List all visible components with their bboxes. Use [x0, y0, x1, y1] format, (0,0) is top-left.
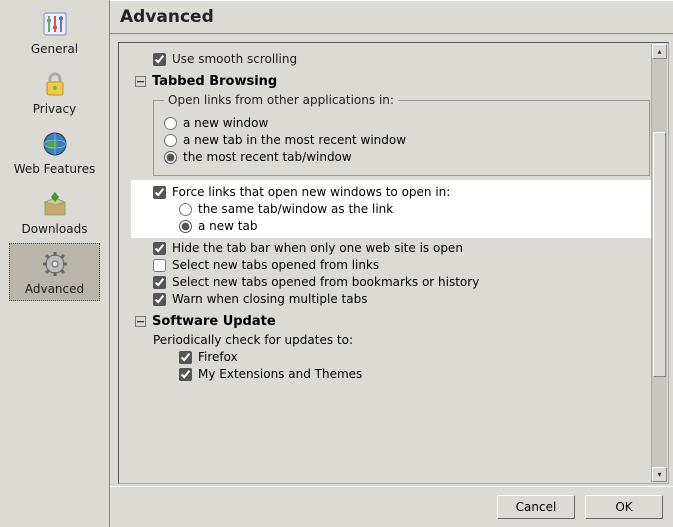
force-links-label: Force links that open new windows to ope… [172, 185, 450, 199]
cancel-button[interactable]: Cancel [497, 495, 575, 519]
smooth-scrolling-checkbox[interactable] [153, 53, 166, 66]
update-subhead: Periodically check for updates to: [153, 333, 353, 347]
open-most-recent-radio[interactable] [164, 151, 177, 164]
warn-closing-label: Warn when closing multiple tabs [172, 292, 367, 306]
select-bookmarks-label: Select new tabs opened from bookmarks or… [172, 275, 479, 289]
hide-tab-bar-label: Hide the tab bar when only one web site … [172, 241, 463, 255]
download-box-icon [39, 188, 71, 220]
section-title: Software Update [152, 314, 276, 329]
scroll-track[interactable] [652, 59, 667, 467]
sidebar-label: Downloads [22, 222, 88, 236]
open-links-group: Open links from other applications in: a… [153, 93, 650, 176]
hide-tab-bar-checkbox[interactable] [153, 242, 166, 255]
open-new-window-label: a new window [183, 116, 268, 130]
force-new-tab-label: a new tab [198, 219, 257, 233]
dialog-footer: Cancel OK [110, 486, 673, 527]
page-title: Advanced [110, 0, 673, 34]
force-same-tab-label: the same tab/window as the link [198, 202, 393, 216]
open-new-window-radio[interactable] [164, 117, 177, 130]
open-new-tab-recent-radio[interactable] [164, 134, 177, 147]
update-extensions-checkbox[interactable] [179, 368, 192, 381]
section-software-update[interactable]: − Software Update [135, 314, 654, 329]
collapse-icon[interactable]: − [135, 76, 146, 87]
gear-icon [39, 248, 71, 280]
globe-icon [39, 128, 71, 160]
warn-closing-checkbox[interactable] [153, 293, 166, 306]
open-most-recent-label: the most recent tab/window [183, 150, 352, 164]
vertical-scrollbar[interactable]: ▴ ▾ [651, 44, 667, 482]
select-bookmarks-checkbox[interactable] [153, 276, 166, 289]
ok-button[interactable]: OK [585, 495, 663, 519]
sidebar-label: Privacy [33, 102, 76, 116]
update-firefox-checkbox[interactable] [179, 351, 192, 364]
scroll-thumb[interactable] [653, 132, 666, 377]
force-new-tab-radio[interactable] [179, 220, 192, 233]
sidebar-label: Advanced [25, 282, 84, 296]
sliders-icon [39, 8, 71, 40]
scroll-down-icon[interactable]: ▾ [652, 467, 667, 482]
force-links-checkbox[interactable] [153, 186, 166, 199]
select-links-checkbox[interactable] [153, 259, 166, 272]
update-extensions-label: My Extensions and Themes [198, 367, 362, 381]
open-new-tab-recent-label: a new tab in the most recent window [183, 133, 406, 147]
sidebar-item-general[interactable]: General [9, 3, 100, 61]
sidebar-label: General [31, 42, 78, 56]
sidebar-item-advanced[interactable]: Advanced [9, 243, 100, 301]
force-same-tab-radio[interactable] [179, 203, 192, 216]
section-title: Tabbed Browsing [152, 74, 277, 89]
update-firefox-label: Firefox [198, 350, 238, 364]
sidebar-item-web-features[interactable]: Web Features [9, 123, 100, 181]
open-links-legend: Open links from other applications in: [164, 93, 398, 107]
preferences-sidebar: General Privacy Web Feature [0, 0, 110, 527]
smooth-scrolling-label: Use smooth scrolling [172, 52, 297, 66]
scroll-up-icon[interactable]: ▴ [652, 44, 667, 59]
settings-panel: Use smooth scrolling − Tabbed Browsing O… [118, 42, 669, 484]
sidebar-item-privacy[interactable]: Privacy [9, 63, 100, 121]
sidebar-label: Web Features [14, 162, 96, 176]
select-links-label: Select new tabs opened from links [172, 258, 379, 272]
collapse-icon[interactable]: − [135, 316, 146, 327]
lock-icon [39, 68, 71, 100]
section-tabbed-browsing[interactable]: − Tabbed Browsing [135, 74, 654, 89]
sidebar-item-downloads[interactable]: Downloads [9, 183, 100, 241]
